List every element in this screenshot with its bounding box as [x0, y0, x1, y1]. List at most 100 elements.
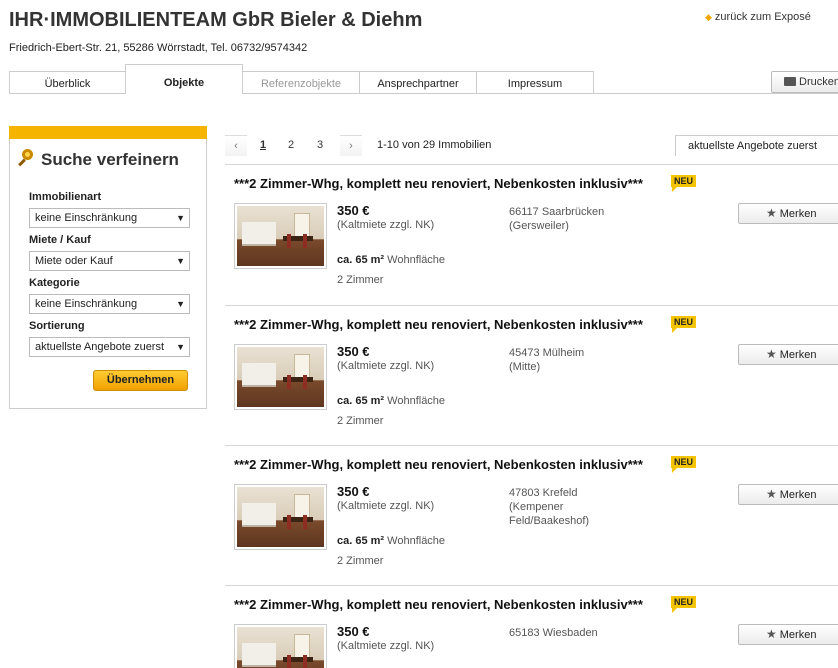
- listing-divider: [225, 305, 838, 306]
- tab-ansprechpartner[interactable]: Ansprechpartner: [359, 71, 477, 93]
- save-label: Merken: [779, 349, 817, 361]
- company-title: IHR·IMMOBILIENTEAM GbR Bieler & Diehm: [9, 9, 423, 31]
- listing-card: ***2 Zimmer-Whg, komplett neu renoviert,…: [225, 164, 838, 304]
- listing-rooms: 2 Zimmer: [337, 415, 384, 427]
- listing-area: ca. 65 m² Wohnfläche: [337, 395, 445, 407]
- sort-select[interactable]: aktuellste Angebote zuerst: [675, 135, 838, 156]
- printer-icon: [784, 77, 796, 86]
- save-label: Merken: [779, 629, 817, 641]
- listing-photo[interactable]: [234, 484, 327, 550]
- listing-price: 350 €: [337, 484, 370, 499]
- listing-photo[interactable]: [234, 203, 327, 269]
- location-line1: 66117 Saarbrücken: [509, 206, 605, 218]
- prev-page-button[interactable]: ‹: [225, 135, 247, 156]
- refine-search-heading: Suche verfeinern: [18, 149, 179, 170]
- page-link-2[interactable]: 2: [282, 135, 300, 155]
- new-badge: NEU: [671, 596, 697, 613]
- area-label: Wohnfläche: [387, 535, 446, 547]
- star-icon: ★: [766, 347, 777, 361]
- refine-search-title: Suche verfeinern: [41, 150, 179, 169]
- filter-label-immobilienart: Immobilienart: [29, 191, 102, 203]
- star-icon: ★: [766, 627, 777, 641]
- listing-price-note: (Kaltmiete zzgl. NK): [337, 640, 435, 652]
- new-badge: NEU: [671, 456, 697, 473]
- miete-kauf-value: Miete oder Kauf: [35, 255, 113, 267]
- company-address: Friedrich-Ebert-Str. 21, 55286 Wörrstadt…: [9, 42, 308, 54]
- print-button[interactable]: Drucken: [771, 71, 838, 93]
- area-value: ca. 65 m²: [337, 395, 385, 407]
- dropdown-arrow-icon: ▼: [176, 342, 185, 352]
- page-link-3[interactable]: 3: [311, 135, 329, 155]
- listing-price-note: (Kaltmiete zzgl. NK): [337, 360, 435, 372]
- back-link-label: zurück zum Exposé: [714, 11, 811, 23]
- listing-location: 45473 Mülheim (Mitte): [509, 346, 624, 374]
- listing-card: ***2 Zimmer-Whg, komplett neu renoviert,…: [225, 305, 838, 445]
- listing-divider: [225, 164, 838, 165]
- apply-filters-button[interactable]: Übernehmen: [93, 370, 188, 391]
- refine-search-panel: Suche verfeinern Immobilienart keine Ein…: [9, 126, 207, 409]
- area-label: Wohnfläche: [387, 254, 446, 266]
- tab-impressum[interactable]: Impressum: [476, 71, 594, 93]
- tab-objekte[interactable]: Objekte: [125, 64, 243, 94]
- listing-rooms: 2 Zimmer: [337, 274, 384, 286]
- dropdown-arrow-icon: ▼: [176, 256, 185, 266]
- save-label: Merken: [779, 489, 817, 501]
- listing-divider: [225, 445, 838, 446]
- miete-kauf-select[interactable]: Miete oder Kauf ▼: [29, 251, 190, 271]
- sortierung-select[interactable]: aktuellste Angebote zuerst ▼: [29, 337, 190, 357]
- page-link-1[interactable]: 1: [254, 135, 272, 155]
- location-line1: 65183 Wiesbaden: [509, 627, 598, 639]
- listing-location: 47803 Krefeld (Kempener Feld/Baakeshof): [509, 486, 624, 528]
- location-line2: (Gersweiler): [509, 220, 569, 232]
- next-page-button[interactable]: ›: [340, 135, 362, 156]
- panel-accent-bar: [9, 126, 207, 139]
- back-to-expose-link[interactable]: ◆ zurück zum Exposé: [705, 11, 811, 23]
- listing-price-note: (Kaltmiete zzgl. NK): [337, 219, 435, 231]
- listing-title[interactable]: ***2 Zimmer-Whg, komplett neu renoviert,…: [234, 597, 643, 612]
- listing-title[interactable]: ***2 Zimmer-Whg, komplett neu renoviert,…: [234, 457, 643, 472]
- listing-price-note: (Kaltmiete zzgl. NK): [337, 500, 435, 512]
- save-listing-button[interactable]: ★ Merken: [738, 484, 838, 505]
- listing-card: ***2 Zimmer-Whg, komplett neu renoviert,…: [225, 445, 838, 585]
- print-label: Drucken: [799, 76, 838, 88]
- location-line1: 45473 Mülheim: [509, 347, 585, 359]
- star-icon: ★: [766, 206, 777, 220]
- listing-photo[interactable]: [234, 344, 327, 410]
- filter-label-sortierung: Sortierung: [29, 320, 85, 332]
- dropdown-arrow-icon: ▼: [176, 213, 185, 223]
- diamond-icon: ◆: [705, 12, 712, 22]
- immobilienart-select[interactable]: keine Einschränkung ▼: [29, 208, 190, 228]
- location-line2: (Mitte): [509, 361, 541, 373]
- tab-referenzobjekte[interactable]: Referenzobjekte: [242, 71, 360, 93]
- listing-card: ***2 Zimmer-Whg, komplett neu renoviert,…: [225, 585, 838, 668]
- location-line2: (Kempener Feld/Baakeshof): [509, 501, 590, 527]
- listing-rooms: 2 Zimmer: [337, 555, 384, 567]
- save-label: Merken: [779, 208, 817, 220]
- save-listing-button[interactable]: ★ Merken: [738, 344, 838, 365]
- listing-title[interactable]: ***2 Zimmer-Whg, komplett neu renoviert,…: [234, 176, 643, 191]
- save-listing-button[interactable]: ★ Merken: [738, 203, 838, 224]
- save-listing-button[interactable]: ★ Merken: [738, 624, 838, 645]
- area-value: ca. 65 m²: [337, 535, 385, 547]
- listing-location: 65183 Wiesbaden: [509, 626, 624, 640]
- listing-title[interactable]: ***2 Zimmer-Whg, komplett neu renoviert,…: [234, 317, 643, 332]
- listing-area: ca. 65 m² Wohnfläche: [337, 535, 445, 547]
- filter-label-kategorie: Kategorie: [29, 277, 80, 289]
- listing-price: 350 €: [337, 344, 370, 359]
- area-value: ca. 65 m²: [337, 254, 385, 266]
- dropdown-arrow-icon: ▼: [176, 299, 185, 309]
- listing-price: 350 €: [337, 624, 370, 639]
- kategorie-select[interactable]: keine Einschränkung ▼: [29, 294, 190, 314]
- listing-location: 66117 Saarbrücken (Gersweiler): [509, 205, 624, 233]
- tab-ueberblick[interactable]: Überblick: [9, 71, 126, 93]
- star-icon: ★: [766, 487, 777, 501]
- location-line1: 47803 Krefeld: [509, 487, 578, 499]
- kategorie-value: keine Einschränkung: [35, 298, 138, 310]
- new-badge: NEU: [671, 316, 697, 333]
- listing-price: 350 €: [337, 203, 370, 218]
- listing-area: ca. 65 m² Wohnfläche: [337, 254, 445, 266]
- area-label: Wohnfläche: [387, 395, 446, 407]
- result-count: 1-10 von 29 Immobilien: [377, 139, 492, 151]
- filter-label-miete-kauf: Miete / Kauf: [29, 234, 91, 246]
- listing-photo[interactable]: [234, 624, 327, 668]
